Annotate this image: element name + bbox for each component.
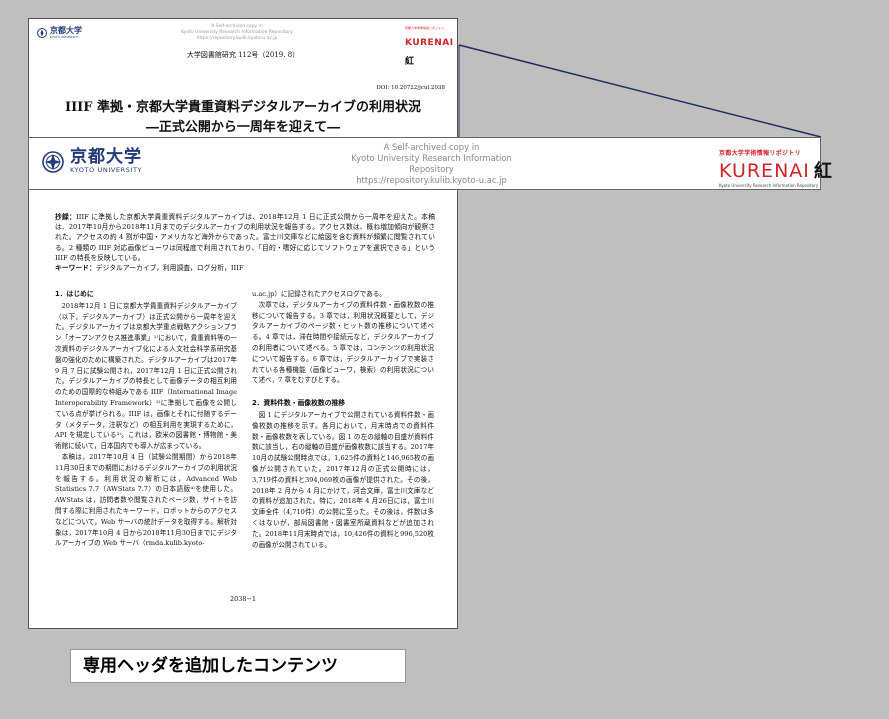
mini-kurenai-logo: 京都大学学術情報リポジトリ KURENAI 紅 bbox=[405, 26, 457, 68]
repository-url: https://repository.kulib.kyoto-u.ac.jp bbox=[356, 175, 507, 185]
mini-logo-sub: KYOTO UNIVERSITY bbox=[50, 35, 79, 39]
body-paragraph: 2018年12月 1 日に京都大学貴重資料デジタルアーカイブ（以下，デジタルアー… bbox=[55, 301, 237, 451]
kurenai-text: KURENAI bbox=[719, 160, 810, 182]
body-paragraph: u.ac.jp）に記録されたアクセスログである。 bbox=[252, 290, 387, 298]
body-paragraph: 次章では，デジタルアーカイブの資料件数・画像枚数の推移について報告する。3 章で… bbox=[252, 300, 434, 385]
logo-text: 京都大学 bbox=[70, 147, 142, 167]
article-subtitle: ―正式公開から一周年を迎えて― bbox=[145, 120, 341, 135]
caption-label: 専用ヘッダを追加したコンテンツ bbox=[70, 649, 406, 683]
section-heading: 1．はじめに bbox=[55, 290, 94, 298]
repository-info-line: Kyoto University Research Information Re… bbox=[351, 153, 512, 174]
mini-logo-text: 京都大学 bbox=[50, 26, 82, 35]
kyoto-university-logo: 京都大学 KYOTO UNIVERSITY bbox=[42, 149, 142, 174]
body-column-left: 1．はじめに 2018年12月 1 日に京都大学貴重資料デジタルアーカイブ（以下… bbox=[55, 289, 237, 549]
abstract: 抄録：IIIF に準拠した京都大学貴重資料デジタルアーカイブは、2018年12月… bbox=[55, 212, 435, 273]
repository-info-line: A Self-archived copy in bbox=[383, 142, 480, 152]
mini-kurenai-top: 京都大学学術情報リポジトリ bbox=[405, 26, 445, 30]
university-emblem-icon bbox=[42, 150, 64, 173]
abstract-text: IIIF に準拠した京都大学貴重資料デジタルアーカイブは、2018年12月 1 … bbox=[55, 213, 436, 262]
mini-kyoto-logo: 京都大学 KYOTO UNIVERSITY bbox=[37, 27, 82, 39]
journal-name: 大学図書館研究 112号（2019. 8） bbox=[186, 51, 300, 59]
article-title: IIIF 準拠・京都大学貴重資料デジタルアーカイブの利用状況 bbox=[65, 100, 421, 115]
mini-repository-info: A Self-archived copy in Kyoto University… bbox=[177, 24, 297, 42]
body-paragraph: 本稿は，2017年10月 4 日（試験公開期間）から2018年11月30日までの… bbox=[55, 452, 237, 548]
repository-header-band: 京都大学 KYOTO UNIVERSITY A Self-archived co… bbox=[28, 137, 832, 190]
mini-info-line: https://repository.kulib.kyoto-u.ac.jp bbox=[196, 36, 278, 41]
kurenai-bottom-text: Kyoto University Research Information Re… bbox=[719, 183, 819, 188]
page-number: 2038−1 bbox=[229, 595, 257, 603]
keywords-label: キーワード： bbox=[55, 264, 96, 273]
kurenai-logo: 京都大学学術情報リポジトリ KURENAI 紅 Kyoto University… bbox=[719, 148, 832, 188]
abstract-label: 抄録： bbox=[55, 213, 77, 221]
repository-info: A Self-archived copy in Kyoto University… bbox=[329, 142, 534, 186]
body-column-right: u.ac.jp）に記録されたアクセスログである。 次章では，デジタルアーカイブの… bbox=[252, 289, 434, 550]
keywords-text: デジタルアーカイブ，利用調査，ログ分析，IIIF bbox=[95, 264, 244, 273]
kurenai-top-text: 京都大学学術情報リポジトリ bbox=[719, 150, 801, 157]
kurenai-kanji: 紅 bbox=[813, 161, 832, 182]
university-emblem-icon bbox=[37, 28, 47, 38]
document-page: 京都大学 KYOTO UNIVERSITY A Self-archived co… bbox=[28, 18, 458, 629]
body-paragraph: 図 1 にデジタルアーカイブで公開されている資料件数・画像枚数の推移を示す。各月… bbox=[252, 410, 434, 549]
mini-kurenai-text: KURENAI bbox=[405, 38, 454, 48]
logo-subtext: KYOTO UNIVERSITY bbox=[70, 166, 143, 174]
doi: DOI: 10.20722/jcul.2038 bbox=[376, 85, 445, 91]
section-heading: 2．資料件数・画像枚数の推移 bbox=[252, 399, 346, 408]
mini-repository-header: 京都大学 KYOTO UNIVERSITY A Self-archived co… bbox=[29, 19, 457, 67]
